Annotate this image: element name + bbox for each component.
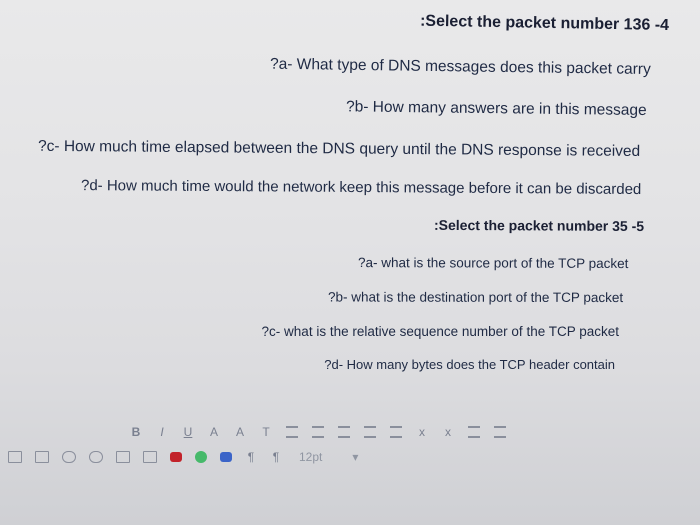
media-icon[interactable]	[116, 451, 130, 463]
numbered-list-icon[interactable]	[494, 426, 506, 438]
toolbar-row-insert: ¶ ¶ 12pt ▾	[8, 450, 362, 464]
subscript-button[interactable]: x	[442, 425, 454, 439]
table-icon[interactable]	[8, 451, 22, 463]
video-icon[interactable]	[220, 452, 232, 462]
highlight-button[interactable]: A	[234, 425, 246, 439]
image-icon[interactable]	[35, 451, 49, 463]
question-5b: ?b- what is the destination port of the …	[327, 289, 624, 305]
youtube-icon[interactable]	[170, 452, 182, 462]
align-justify-icon[interactable]	[364, 426, 376, 438]
unlink-icon[interactable]	[89, 451, 103, 463]
font-color-button[interactable]: A	[208, 425, 220, 439]
question-4d: ?d- How much time would the network keep…	[80, 177, 642, 198]
paragraph-rtl-button[interactable]: ¶	[270, 450, 282, 464]
chevron-down-icon: ▾	[352, 450, 359, 464]
font-size-select[interactable]: 12pt ▾	[295, 450, 362, 464]
link-icon[interactable]	[62, 451, 76, 463]
question-4c: ?c- How much time elapsed between the DN…	[37, 137, 641, 160]
question-5d: ?d- How many bytes does the TCP header c…	[324, 357, 615, 372]
record-icon[interactable]	[195, 451, 207, 463]
question-5-title: :Select the packet number 35 -5	[433, 216, 645, 234]
superscript-button[interactable]: x	[416, 425, 428, 439]
formula-icon[interactable]	[143, 451, 157, 463]
clear-format-button[interactable]: T	[260, 425, 272, 439]
align-left-icon[interactable]	[286, 426, 298, 438]
editor-toolbar: B I U A A T x x ¶ ¶ 12pt ▾	[0, 415, 700, 525]
editor-page: :Select the packet number 136 -4 ?a- Wha…	[0, 0, 700, 525]
italic-button[interactable]: I	[156, 425, 168, 439]
question-4a: ?a- What type of DNS messages does this …	[270, 55, 652, 78]
bold-button[interactable]: B	[130, 425, 142, 439]
toolbar-row-format: B I U A A T x x	[130, 425, 506, 439]
align-right-icon[interactable]	[338, 426, 350, 438]
bullet-list-icon[interactable]	[468, 426, 480, 438]
indent-icon[interactable]	[390, 426, 402, 438]
question-5c: ?c- what is the relative sequence number…	[261, 324, 619, 339]
font-size-value: 12pt	[299, 450, 323, 464]
align-center-icon[interactable]	[312, 426, 324, 438]
underline-button[interactable]: U	[182, 425, 194, 439]
question-4-title: :Select the packet number 136 -4	[419, 12, 670, 34]
paragraph-ltr-button[interactable]: ¶	[245, 450, 257, 464]
question-4b: ?b- How many answers are in this message	[346, 98, 648, 119]
question-5a: ?a- what is the source port of the TCP p…	[357, 255, 629, 271]
